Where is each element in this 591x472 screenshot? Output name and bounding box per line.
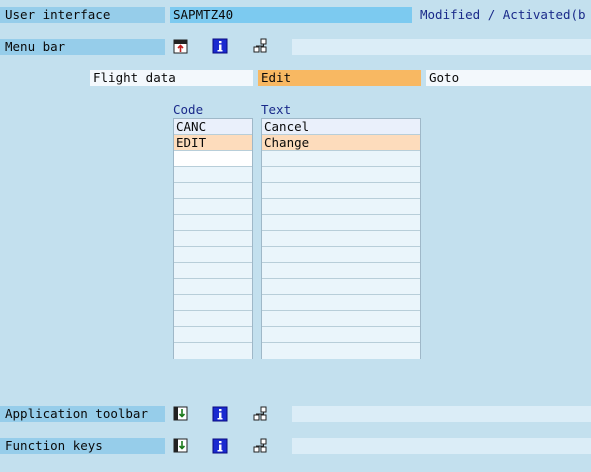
- code-cell[interactable]: [174, 183, 252, 199]
- text-cell[interactable]: Change: [262, 135, 420, 151]
- code-cell[interactable]: [174, 263, 252, 279]
- code-cell[interactable]: [174, 343, 252, 359]
- text-cell[interactable]: [262, 247, 420, 263]
- code-cell[interactable]: EDIT: [174, 135, 252, 151]
- code-cell[interactable]: [174, 231, 252, 247]
- text-cell[interactable]: [262, 167, 420, 183]
- function-keys-description-field[interactable]: [292, 438, 591, 454]
- expand-function-keys-icon[interactable]: [173, 438, 189, 454]
- menu-bar-label[interactable]: Menu bar: [0, 39, 165, 55]
- text-cell[interactable]: [262, 215, 420, 231]
- code-cell[interactable]: [174, 199, 252, 215]
- hierarchy-icon[interactable]: [252, 38, 268, 54]
- hierarchy-icon[interactable]: [252, 438, 268, 454]
- activation-status: Modified / Activated(b: [420, 7, 586, 22]
- user-interface-label-text: User interface: [5, 7, 111, 22]
- menu-bar-label-text: Menu bar: [5, 39, 66, 54]
- user-interface-name-field[interactable]: SAPMTZ40: [170, 7, 412, 23]
- code-cell[interactable]: [174, 167, 252, 183]
- code-cell[interactable]: [174, 311, 252, 327]
- info-icon[interactable]: [212, 438, 228, 454]
- text-cell[interactable]: [262, 279, 420, 295]
- text-cell[interactable]: [262, 343, 420, 359]
- menu-edit[interactable]: Edit: [258, 70, 421, 86]
- application-toolbar-label-text: Application toolbar: [5, 406, 148, 421]
- text-cell[interactable]: [262, 231, 420, 247]
- menu-flight-data[interactable]: Flight data: [90, 70, 253, 86]
- function-keys-label-text: Function keys: [5, 438, 103, 453]
- text-cell[interactable]: Cancel: [262, 119, 420, 135]
- code-cell[interactable]: [174, 279, 252, 295]
- code-cell[interactable]: [174, 327, 252, 343]
- text-column: Cancel Change: [261, 118, 421, 359]
- code-cell[interactable]: [174, 295, 252, 311]
- collapse-menu-bar-icon[interactable]: [173, 39, 189, 55]
- code-column-header: Code: [173, 102, 204, 117]
- application-toolbar-label[interactable]: Application toolbar: [0, 406, 165, 422]
- code-cell[interactable]: [174, 151, 252, 167]
- application-toolbar-description-field[interactable]: [292, 406, 591, 422]
- code-column: CANC EDIT: [173, 118, 253, 359]
- text-cell[interactable]: [262, 263, 420, 279]
- user-interface-label: User interface: [0, 7, 165, 23]
- text-cell[interactable]: [262, 183, 420, 199]
- code-cell[interactable]: [174, 215, 252, 231]
- function-keys-label[interactable]: Function keys: [0, 438, 165, 454]
- text-cell[interactable]: [262, 327, 420, 343]
- menu-goto[interactable]: Goto: [426, 70, 591, 86]
- info-icon[interactable]: [212, 406, 228, 422]
- text-cell[interactable]: [262, 311, 420, 327]
- text-cell[interactable]: [262, 295, 420, 311]
- text-cell[interactable]: [262, 199, 420, 215]
- menu-bar-description-field[interactable]: [292, 39, 591, 55]
- text-column-header: Text: [261, 102, 292, 117]
- info-icon[interactable]: [212, 38, 228, 54]
- hierarchy-icon[interactable]: [252, 406, 268, 422]
- text-cell[interactable]: [262, 151, 420, 167]
- code-cell[interactable]: [174, 247, 252, 263]
- expand-application-toolbar-icon[interactable]: [173, 406, 189, 422]
- code-cell[interactable]: CANC: [174, 119, 252, 135]
